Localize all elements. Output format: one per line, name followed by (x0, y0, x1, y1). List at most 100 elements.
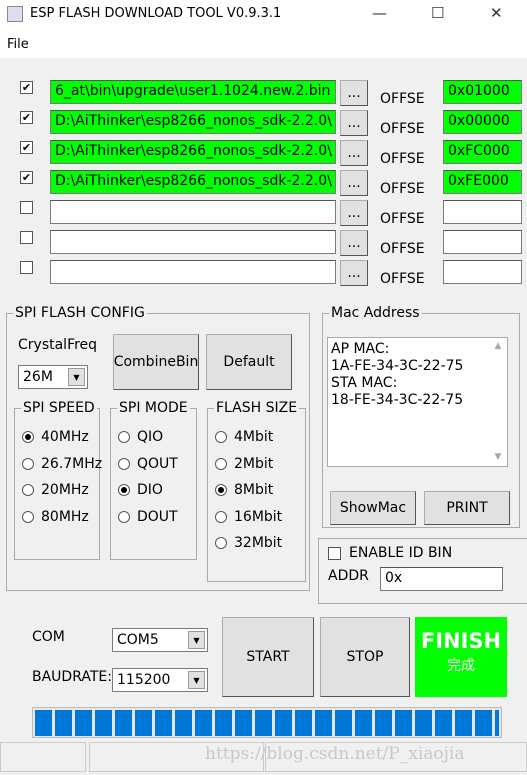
progress-segment (155, 710, 172, 736)
spi-speed-radio[interactable] (22, 510, 34, 523)
spi-size-option-label: 16Mbit (234, 508, 283, 525)
scrollbar[interactable]: ▲ ▼ (491, 338, 505, 466)
default-button[interactable]: Default (206, 334, 292, 390)
browse-button[interactable]: ... (340, 200, 368, 226)
progress-segment (355, 710, 372, 736)
browse-button[interactable]: ... (340, 140, 368, 166)
offset-input[interactable] (443, 200, 522, 224)
file-path-input[interactable] (50, 260, 336, 284)
spi-speed-radio[interactable] (22, 457, 34, 470)
file-enable-checkbox[interactable] (20, 231, 33, 244)
browse-button[interactable]: ... (340, 80, 368, 106)
com-select[interactable]: COM5 ▼ (112, 628, 208, 652)
browse-button[interactable]: ... (340, 170, 368, 196)
baudrate-value: 115200 (117, 672, 171, 688)
progress-segment (255, 710, 272, 736)
spi-size-radio[interactable] (215, 431, 227, 443)
progress-segment (35, 710, 52, 736)
progress-segment (375, 710, 392, 736)
spi-mode-radio[interactable] (118, 431, 130, 443)
spi-speed-option-label: 80MHz (41, 508, 89, 525)
minimize-button[interactable]: — (372, 4, 387, 22)
browse-button[interactable]: ... (340, 230, 368, 256)
watermark: https://blog.csdn.net/P_xiaojia (205, 744, 465, 764)
spi-size-option-label: 4Mbit (234, 429, 274, 445)
spi-size-option-label: 2Mbit (234, 455, 274, 472)
offset-input[interactable]: 0x00000 (443, 110, 522, 134)
com-value: COM5 (117, 632, 159, 648)
spi-mode-title: SPI MODE (117, 400, 190, 416)
spi-speed-option-label: 20MHz (41, 482, 89, 498)
baudrate-label: BAUDRATE: (32, 669, 112, 685)
file-path-input[interactable]: D:\AiThinker\esp8266_nonos_sdk-2.2.0\ (50, 170, 336, 194)
file-enable-checkbox[interactable] (20, 261, 33, 274)
browse-button[interactable]: ... (340, 110, 368, 136)
spi-size-radio[interactable] (215, 537, 227, 549)
progress-segment (135, 710, 152, 736)
sta-mac-value: 18-FE-34-3C-22-75 (331, 392, 464, 408)
enable-id-bin-label: ENABLE ID BIN (349, 545, 453, 561)
combine-bin-button[interactable]: CombineBin (113, 334, 199, 390)
mac-address-textarea[interactable]: AP MAC: 1A-FE-34-3C-22-75 STA MAC: 18-FE… (327, 337, 508, 467)
progress-segment (495, 710, 499, 736)
mac-address-title: Mac Address (329, 305, 422, 321)
file-enable-checkbox[interactable]: ✔ (20, 81, 33, 94)
file-path-input[interactable]: D:\AiThinker\esp8266_nonos_sdk-2.2.0\ (50, 110, 336, 134)
spi-size-radio[interactable] (215, 510, 227, 523)
enable-id-bin-checkbox[interactable] (328, 547, 341, 560)
maximize-button[interactable]: ☐ (431, 4, 444, 22)
progress-segment (195, 710, 212, 736)
baudrate-select[interactable]: 115200 ▼ (112, 668, 208, 692)
file-path-input[interactable] (50, 230, 336, 254)
sta-mac-label: STA MAC: (331, 375, 398, 391)
browse-button[interactable]: ... (340, 260, 368, 286)
stop-button[interactable]: STOP (320, 617, 410, 697)
offset-label: OFFSE (380, 241, 425, 257)
spi-mode-option-label: QIO (137, 429, 164, 445)
close-button[interactable]: ✕ (490, 4, 503, 22)
progress-segment (55, 710, 72, 736)
spi-mode-option-label: QOUT (137, 455, 178, 472)
offset-input[interactable]: 0x01000 (443, 80, 522, 104)
menu-file[interactable]: File (7, 37, 29, 52)
chevron-down-icon: ▼ (188, 631, 205, 649)
offset-label: OFFSE (380, 151, 425, 167)
crystal-freq-select[interactable]: 26M ▼ (18, 365, 88, 389)
offset-label: OFFSE (380, 91, 425, 107)
spi-size-radio[interactable] (215, 484, 227, 496)
progress-segment (215, 710, 232, 736)
file-enable-checkbox[interactable]: ✔ (20, 111, 33, 124)
file-enable-checkbox[interactable] (20, 201, 33, 214)
progress-segment (275, 710, 292, 736)
offset-input[interactable]: 0xFC000 (443, 140, 522, 164)
spi-size-option-label: 32Mbit (234, 535, 283, 551)
spi-mode-radio[interactable] (118, 457, 130, 470)
offset-input[interactable] (443, 260, 522, 284)
spi-mode-radio[interactable] (118, 510, 130, 523)
ap-mac-value: 1A-FE-34-3C-22-75 (331, 358, 464, 374)
addr-input[interactable]: 0x (380, 567, 503, 591)
spi-mode-option-label: DIO (137, 482, 163, 498)
menu-bar (0, 30, 527, 58)
file-path-input[interactable]: D:\AiThinker\esp8266_nonos_sdk-2.2.0\ (50, 140, 336, 164)
print-button[interactable]: PRINT (424, 491, 510, 525)
spi-mode-radio[interactable] (118, 484, 130, 496)
file-path-input[interactable] (50, 200, 336, 224)
spi-size-option-label: 8Mbit (234, 482, 274, 498)
app-icon (7, 6, 23, 22)
show-mac-button[interactable]: ShowMac (330, 491, 416, 525)
spi-speed-radio[interactable] (22, 484, 34, 496)
spi-size-radio[interactable] (215, 457, 227, 470)
file-path-input[interactable]: 6_at\bin\upgrade\user1.1024.new.2.bin (50, 80, 336, 104)
progress-segment (115, 710, 132, 736)
window-title: ESP FLASH DOWNLOAD TOOL V0.9.3.1 (30, 6, 282, 21)
start-button[interactable]: START (222, 617, 314, 697)
com-label: COM (32, 629, 65, 645)
offset-input[interactable] (443, 230, 522, 254)
progress-segment (455, 710, 472, 736)
file-enable-checkbox[interactable]: ✔ (20, 141, 33, 154)
offset-input[interactable]: 0xFE000 (443, 170, 522, 194)
progress-segment (315, 710, 332, 736)
file-enable-checkbox[interactable]: ✔ (20, 171, 33, 184)
spi-speed-radio[interactable] (22, 431, 34, 443)
